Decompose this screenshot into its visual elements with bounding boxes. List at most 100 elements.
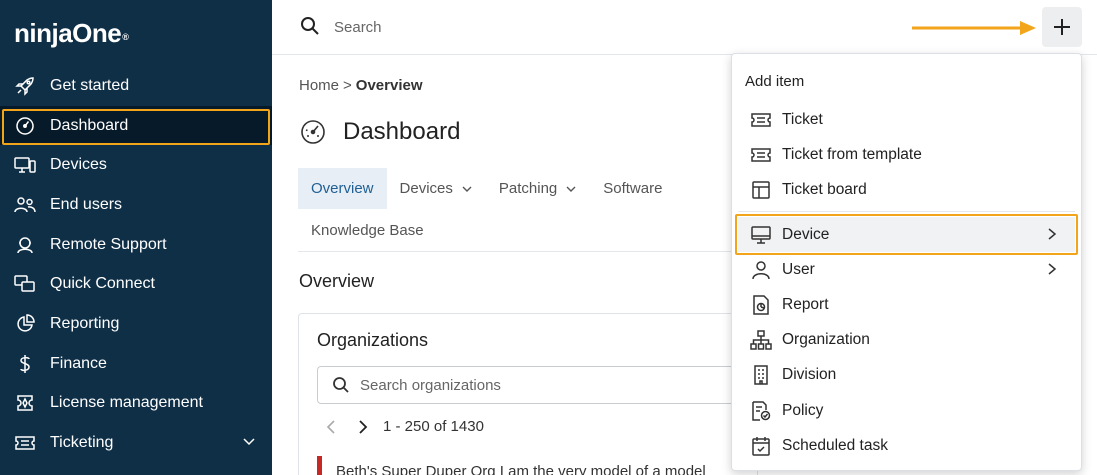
menu-item-label: Report: [782, 295, 829, 313]
menu-header: Add item: [745, 73, 805, 90]
gauge-icon: [299, 118, 327, 146]
headset-icon: [14, 234, 36, 256]
ticket-icon: [750, 109, 772, 131]
dollar-icon: [14, 353, 36, 375]
add-item-button[interactable]: [1042, 7, 1082, 47]
chevron-right-icon: [1047, 262, 1057, 276]
sidebar-item-label: Finance: [50, 354, 107, 372]
global-search-input[interactable]: [334, 14, 734, 40]
rocket-icon: [14, 75, 36, 97]
menu-item-scheduled-task[interactable]: Scheduled task: [738, 428, 1075, 463]
sidebar-item-license-management[interactable]: License management: [0, 384, 272, 424]
menu-item-label: Ticket: [782, 110, 823, 128]
tab-software[interactable]: Software: [590, 168, 675, 209]
menu-item-ticket[interactable]: Ticket: [738, 102, 1075, 137]
breadcrumb-home-link[interactable]: Home: [299, 77, 339, 94]
sidebar-item-dashboard[interactable]: Dashboard: [0, 105, 272, 146]
user-icon: [750, 259, 772, 281]
sidebar-item-devices[interactable]: Devices: [0, 145, 272, 185]
page-title-text: Dashboard: [343, 118, 461, 145]
tab-label: Software: [603, 180, 663, 197]
menu-item-ticket-board[interactable]: Ticket board: [738, 172, 1075, 207]
menu-item-report[interactable]: Report: [738, 287, 1075, 322]
menu-item-device[interactable]: Device: [735, 214, 1078, 255]
organizations-card: Organizations Search organizations 1 - 2…: [298, 313, 758, 475]
search-icon: [300, 16, 320, 36]
menu-item-label: Ticket from template: [782, 145, 922, 163]
sidebar-item-label: Remote Support: [50, 235, 167, 253]
tab-patching[interactable]: Patching: [486, 168, 590, 209]
breadcrumb: Home > Overview: [299, 77, 423, 94]
sidebar-item-label: License management: [50, 394, 203, 412]
calendar-icon: [750, 435, 772, 457]
tab-overview[interactable]: Overview: [298, 168, 387, 209]
menu-item-user[interactable]: User: [738, 252, 1075, 287]
tab-label: Patching: [498, 180, 558, 197]
chevron-left-icon[interactable]: [325, 419, 337, 435]
ticket-icon: [14, 432, 36, 454]
organization-name: Beth's Super Duper Org I am the very mod…: [336, 462, 706, 475]
organizations-title: Organizations: [317, 330, 429, 350]
devices-icon: [14, 154, 36, 176]
chevron-right-icon[interactable]: [357, 419, 369, 435]
chevron-down-icon[interactable]: [242, 435, 256, 449]
chevron-down-icon: [565, 183, 577, 195]
arrow-annotation-icon: [912, 20, 1040, 36]
monitor-icon: [750, 224, 772, 246]
sidebar-item-quick-connect[interactable]: Quick Connect: [0, 264, 272, 304]
add-item-menu: Add item Ticket Ticket from template Tic…: [731, 53, 1082, 471]
sidebar-item-label: Devices: [50, 156, 107, 174]
menu-item-label: Policy: [782, 401, 824, 419]
tab-label: Devices: [399, 180, 453, 197]
section-title: Overview: [299, 271, 375, 291]
report-icon: [750, 294, 772, 316]
menu-item-ticket-from-template[interactable]: Ticket from template: [738, 137, 1075, 172]
ninjaone-logo[interactable]: ninjaOne ®: [14, 16, 129, 50]
sidebar-item-remote-support[interactable]: Remote Support: [0, 225, 272, 265]
sidebar-item-ticketing[interactable]: Ticketing: [0, 423, 272, 463]
sidebar-nav: Get started Dashboard Devices End users …: [0, 66, 272, 463]
building-icon: [750, 364, 772, 386]
sidebar-item-end-users[interactable]: End users: [0, 185, 272, 225]
chevron-right-icon: [1047, 227, 1057, 241]
sidebar-item-get-started[interactable]: Get started: [0, 66, 272, 106]
sidebar-item-label: Reporting: [50, 314, 120, 332]
tab-label: Overview: [311, 180, 374, 197]
menu-item-organization[interactable]: Organization: [738, 322, 1075, 357]
breadcrumb-separator: >: [343, 77, 352, 94]
tabs-divider: [298, 251, 738, 252]
screens-icon: [14, 273, 36, 295]
sidebar-item-finance[interactable]: Finance: [0, 344, 272, 384]
sidebar-item-label: Ticketing: [50, 434, 114, 452]
organizations-search-placeholder: Search organizations: [360, 376, 501, 394]
menu-item-label: Organization: [782, 330, 870, 348]
gauge-icon: [14, 115, 36, 137]
menu-item-division[interactable]: Division: [738, 357, 1075, 392]
menu-item-label: Division: [782, 365, 837, 383]
sidebar-item-label: Dashboard: [50, 116, 129, 134]
tab-knowledge-base[interactable]: Knowledge Base: [298, 210, 437, 251]
ticket-icon: [750, 144, 772, 166]
menu-divider: [738, 211, 1075, 212]
chevron-down-icon: [461, 183, 473, 195]
menu-item-label: Device: [782, 225, 830, 243]
plus-icon: [1053, 18, 1071, 36]
sidebar-item-label: End users: [50, 195, 123, 213]
pagination: 1 - 250 of 1430: [325, 418, 484, 435]
logo-text: ninjaOne: [14, 17, 122, 48]
logo-registered-mark: ®: [122, 32, 129, 42]
tab-label: Knowledge Base: [311, 222, 424, 239]
dashboard-tabs: Overview Devices Patching Software: [298, 168, 675, 209]
menu-item-label: Scheduled task: [782, 436, 888, 454]
pie-chart-icon: [14, 313, 36, 335]
organizations-search-input[interactable]: Search organizations: [317, 366, 757, 404]
users-icon: [14, 194, 36, 216]
tab-devices[interactable]: Devices: [387, 168, 486, 209]
organization-row[interactable]: Beth's Super Duper Org I am the very mod…: [317, 456, 706, 475]
sidebar-item-reporting[interactable]: Reporting: [0, 304, 272, 344]
page-title: Dashboard: [299, 118, 460, 146]
dashboard-tabs-row-2: Knowledge Base: [298, 210, 437, 251]
org-icon: [750, 329, 772, 351]
menu-item-policy[interactable]: Policy: [738, 393, 1075, 428]
top-bar: [272, 0, 1097, 55]
